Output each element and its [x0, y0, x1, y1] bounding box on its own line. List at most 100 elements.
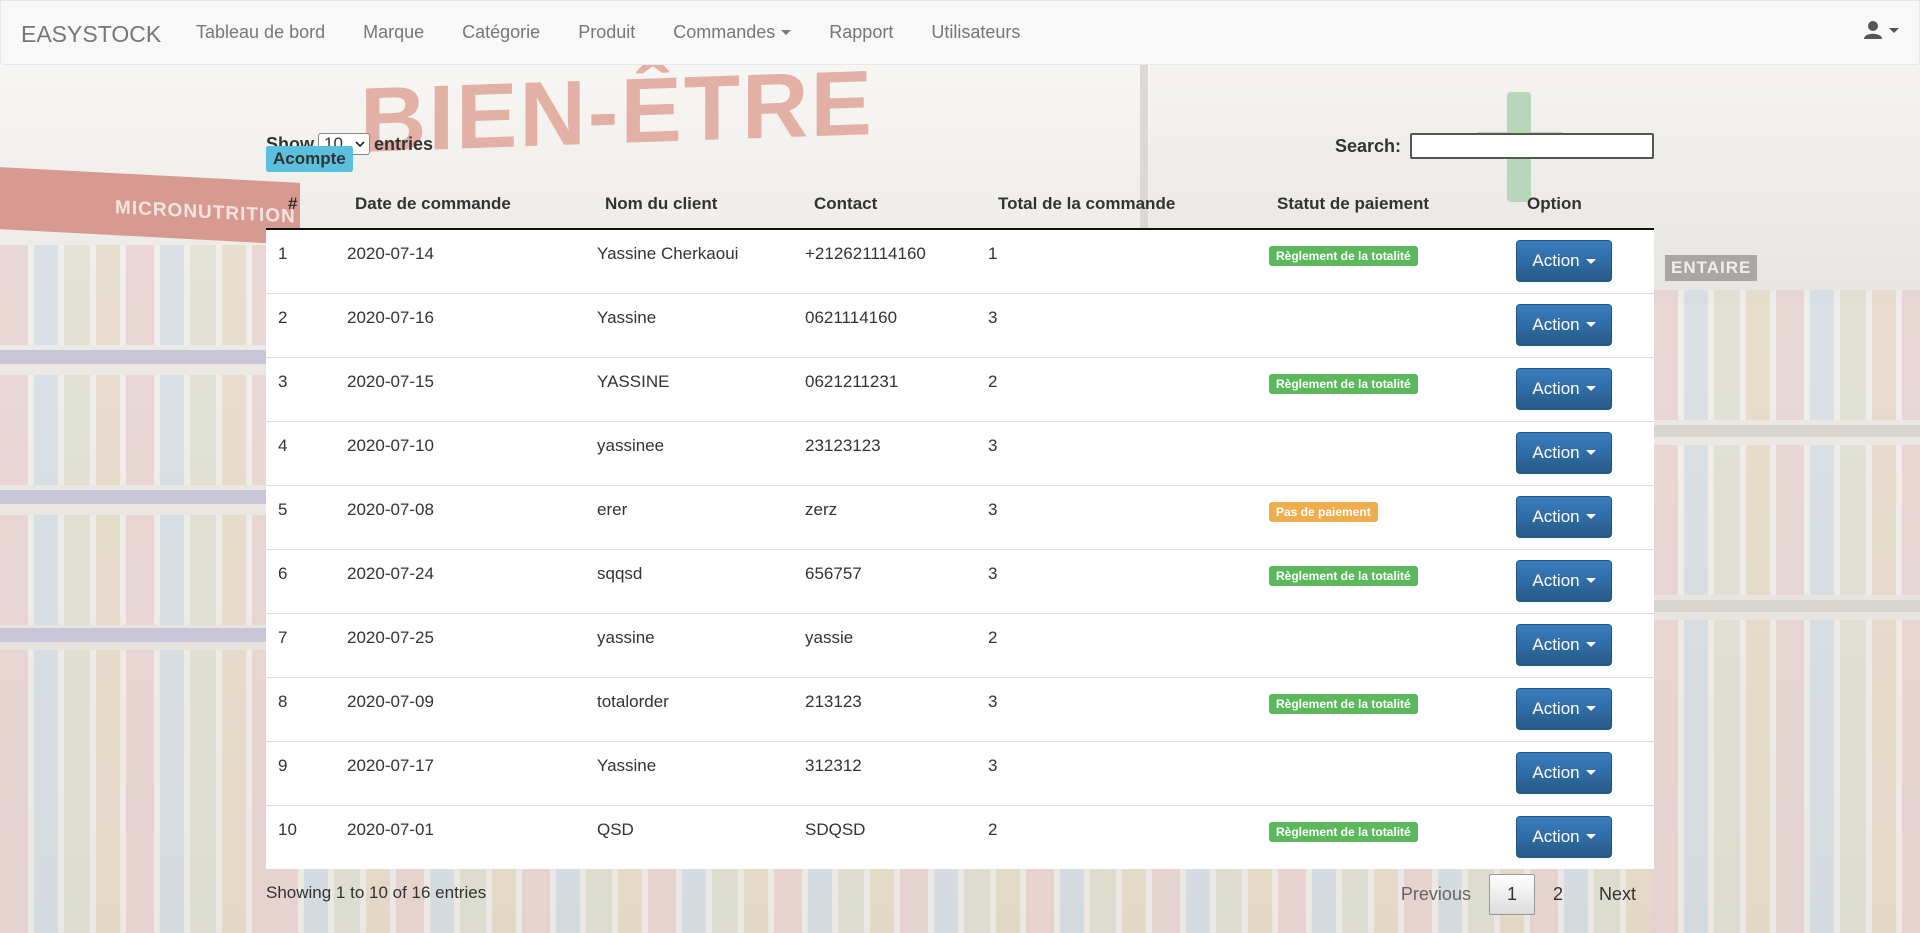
- nav-item-utilisateurs[interactable]: Utilisateurs: [912, 22, 1039, 43]
- table-row: 72020-07-25yassineyassie2AcompteAction: [266, 146, 1654, 677]
- row-number-cell: 4: [266, 420, 345, 485]
- contact-cell: yassie: [805, 612, 988, 677]
- caret-down-icon: [1585, 514, 1596, 519]
- pagination-next[interactable]: Next: [1581, 874, 1654, 915]
- option-cell: Action: [1516, 420, 1654, 485]
- nav-item-categorie[interactable]: Catégorie: [443, 22, 559, 43]
- background-products-left-3: [0, 515, 270, 625]
- search-label: Search:: [1334, 135, 1401, 156]
- nav-item-commandes-label: Commandes: [673, 22, 776, 42]
- action-button-label: Action: [1532, 251, 1580, 270]
- table-row: 6 2020-07-24 sqqsd 656757 3 Règlement de la t…: [266, 548, 1654, 613]
- row-number-cell: 5: [266, 484, 345, 549]
- column-header-option[interactable]: Option: [1516, 190, 1654, 230]
- table-row: 10 2020-07-01 QSD SDQSD 2 Règlement de la tot…: [266, 804, 1654, 869]
- contact-cell: 656757: [805, 548, 988, 613]
- column-header-date[interactable]: Date de commande: [345, 190, 597, 230]
- top-navbar: EASYSTOCK Tableau de bord Marque Catégor…: [0, 0, 1920, 65]
- option-cell: Action: [1516, 740, 1654, 805]
- order-date-cell: 2020-07-08: [345, 484, 597, 549]
- row-number-cell: 1: [278, 244, 288, 263]
- payment-status-cell: Règlement de la totalité: [1267, 356, 1516, 421]
- option-cell: Action: [1516, 676, 1654, 741]
- action-dropdown-button[interactable]: Action: [1516, 815, 1612, 858]
- column-header-client[interactable]: Nom du client: [597, 190, 805, 230]
- client-name-cell: YASSINE: [597, 356, 805, 421]
- column-header-total[interactable]: Total de la commande: [988, 190, 1267, 230]
- action-dropdown-button[interactable]: Action: [1516, 495, 1612, 538]
- payment-status-badge: Règlement de la totalité: [1269, 246, 1418, 266]
- background-right-label: ENTAIRE: [1665, 255, 1758, 281]
- table-info: Showing 1 to 10 of 16 entries: [266, 883, 487, 902]
- client-name-cell: yassinee: [597, 420, 805, 485]
- action-dropdown-button[interactable]: Action: [1516, 240, 1612, 282]
- background-products-left-1: [0, 245, 270, 345]
- action-button-label: Action: [1532, 314, 1580, 334]
- action-dropdown-button[interactable]: Action: [1516, 559, 1612, 602]
- payment-status-badge: Pas de paiement: [1269, 501, 1378, 522]
- pagination-page-2[interactable]: 2: [1535, 874, 1581, 915]
- option-cell: Action: [1516, 292, 1654, 357]
- row-number-cell: 8: [266, 676, 345, 741]
- client-name-cell: yassine: [597, 612, 805, 677]
- option-cell: Action: [1516, 548, 1654, 613]
- entries-label: entries: [374, 133, 434, 154]
- option-cell: Action: [1516, 804, 1654, 869]
- background-products-right-3: [1650, 620, 1920, 933]
- row-number-cell: 6: [266, 548, 345, 613]
- client-name-cell: erer: [597, 484, 805, 549]
- client-name-cell: Yassine: [597, 292, 805, 357]
- nav-item-rapport[interactable]: Rapport: [810, 22, 912, 43]
- order-date-cell: 2020-07-16: [345, 292, 597, 357]
- payment-status-badge: Règlement de la totalité: [1269, 565, 1418, 586]
- order-total-cell: 3: [988, 740, 1267, 805]
- action-button-label: Action: [1532, 826, 1580, 846]
- order-date-cell: 2020-07-25: [345, 612, 597, 677]
- contact-cell: zerz: [805, 484, 988, 549]
- order-total-cell: 3: [988, 292, 1267, 357]
- nav-item-marque[interactable]: Marque: [344, 22, 443, 43]
- pagination-page-1[interactable]: 1: [1488, 874, 1535, 915]
- order-total-cell: 2: [988, 356, 1267, 421]
- action-dropdown-button[interactable]: Action: [1516, 623, 1612, 666]
- caret-down-icon: [1585, 258, 1596, 264]
- payment-status-badge: Règlement de la totalité: [1269, 693, 1418, 714]
- order-total-cell: 1: [988, 244, 998, 263]
- column-header-num[interactable]: #: [266, 190, 345, 230]
- user-menu-toggle[interactable]: [1863, 20, 1899, 40]
- nav-item-commandes[interactable]: Commandes: [654, 22, 810, 43]
- nav-item-produit[interactable]: Produit: [559, 22, 654, 43]
- payment-status-badge: Acompte: [266, 146, 353, 172]
- payment-status-badge: Règlement de la totalité: [1269, 373, 1418, 394]
- background-shelf: [0, 628, 270, 642]
- column-header-status[interactable]: Statut de paiement: [1267, 190, 1516, 230]
- nav-item-tableau-de-bord[interactable]: Tableau de bord: [177, 22, 344, 43]
- pagination-previous[interactable]: Previous: [1383, 874, 1489, 915]
- action-dropdown-button[interactable]: Action: [1516, 687, 1612, 730]
- search-input[interactable]: [1410, 133, 1654, 159]
- caret-down-icon: [1889, 27, 1899, 33]
- caret-down-icon: [1585, 770, 1596, 775]
- order-total-cell: 3: [988, 420, 1267, 485]
- column-header-contact[interactable]: Contact: [805, 190, 988, 230]
- action-dropdown-button[interactable]: Action: [1516, 367, 1612, 410]
- order-total-cell: 3: [988, 676, 1267, 741]
- payment-status-cell: Règlement de la totalité: [1267, 548, 1516, 613]
- client-name-cell: QSD: [597, 804, 805, 869]
- caret-down-icon: [781, 30, 792, 35]
- brand-link[interactable]: EASYSTOCK: [21, 21, 161, 48]
- orders-table: # Date de commande Nom du client Contact…: [266, 146, 1654, 869]
- client-name-cell: sqqsd: [597, 548, 805, 613]
- table-row: 5 2020-07-08 erer zerz 3 Pas de paiement Actio…: [266, 484, 1654, 549]
- nav-menu: Tableau de bord Marque Catégorie Produit…: [177, 1, 1039, 64]
- action-button-label: Action: [1532, 762, 1580, 782]
- action-dropdown-button[interactable]: Action: [1516, 431, 1612, 474]
- option-cell: Action: [1516, 356, 1654, 421]
- action-dropdown-button[interactable]: Action: [1516, 751, 1612, 794]
- contact-cell: 0621114160: [805, 292, 988, 357]
- background-products-left-2: [0, 375, 270, 485]
- order-date-cell: 2020-07-24: [345, 548, 597, 613]
- table-controls-bottom: Showing 1 to 10 of 16 entries Previous 1…: [266, 869, 1654, 917]
- order-date-cell: 2020-07-17: [345, 740, 597, 805]
- action-dropdown-button[interactable]: Action: [1516, 303, 1612, 346]
